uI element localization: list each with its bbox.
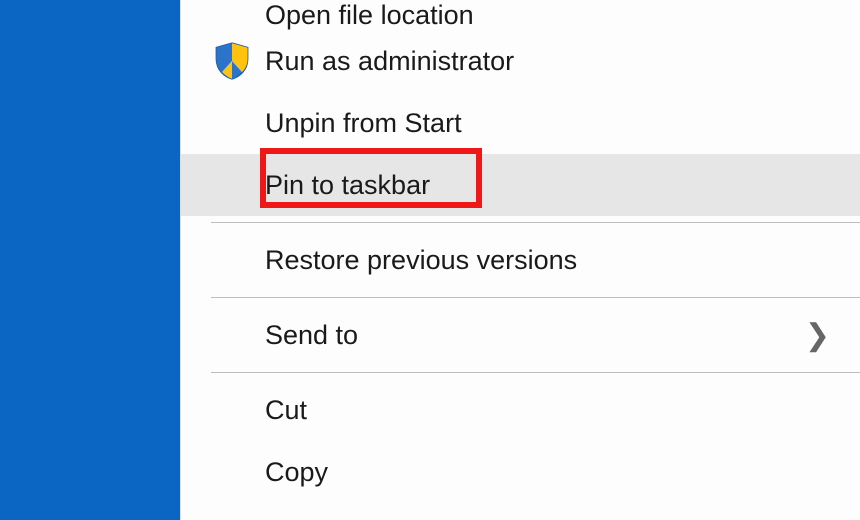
menu-separator xyxy=(211,222,860,223)
menu-item-label: Unpin from Start xyxy=(265,108,860,139)
menu-item-unpin-from-start[interactable]: Unpin from Start xyxy=(181,92,860,154)
shield-icon xyxy=(199,41,265,81)
menu-item-send-to[interactable]: Send to ❯ xyxy=(181,304,860,366)
menu-item-label: Open file location xyxy=(265,0,860,31)
menu-separator xyxy=(211,297,860,298)
menu-item-label: Copy xyxy=(265,457,860,488)
context-menu: Open file location Run as administrator … xyxy=(180,0,860,520)
menu-item-run-as-administrator[interactable]: Run as administrator xyxy=(181,30,860,92)
desktop-background xyxy=(0,0,180,520)
menu-item-copy[interactable]: Copy xyxy=(181,441,860,503)
menu-item-open-file-location[interactable]: Open file location xyxy=(181,0,860,30)
menu-item-label: Run as administrator xyxy=(265,46,860,77)
menu-separator xyxy=(211,372,860,373)
menu-item-label: Cut xyxy=(265,395,860,426)
menu-item-cut[interactable]: Cut xyxy=(181,379,860,441)
menu-item-label: Restore previous versions xyxy=(265,245,860,276)
menu-item-label: Send to xyxy=(265,320,860,351)
menu-item-label: Pin to taskbar xyxy=(265,170,860,201)
menu-item-pin-to-taskbar[interactable]: Pin to taskbar xyxy=(181,154,860,216)
chevron-right-icon: ❯ xyxy=(805,318,830,353)
menu-item-restore-previous-versions[interactable]: Restore previous versions xyxy=(181,229,860,291)
